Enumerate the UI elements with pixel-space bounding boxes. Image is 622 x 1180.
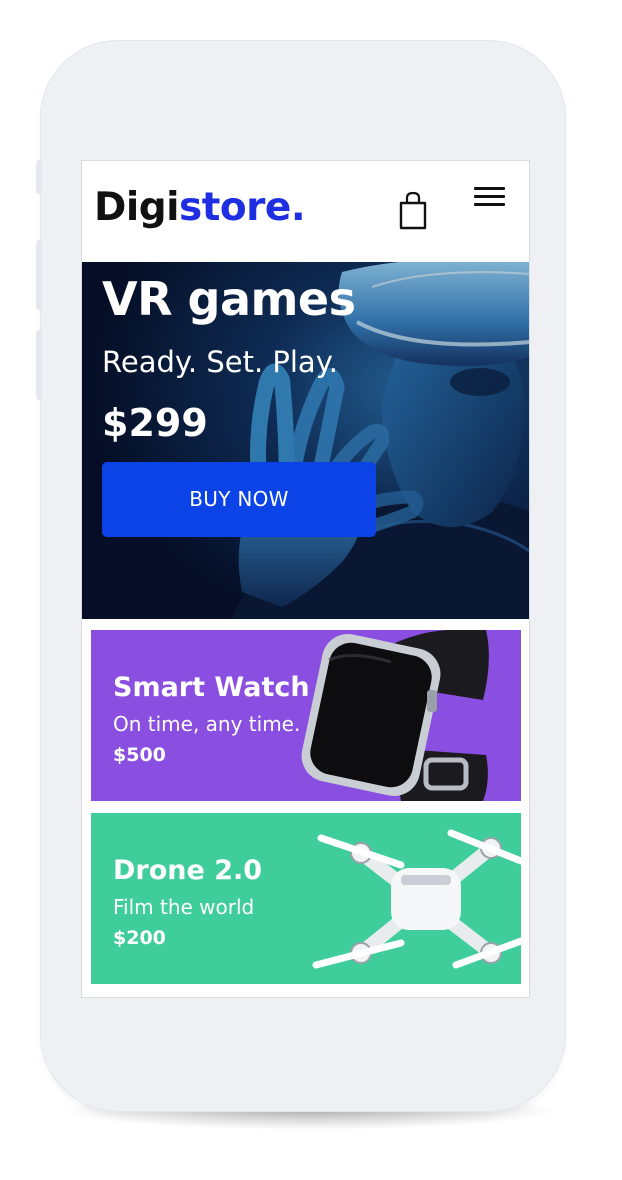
buy-now-button[interactable]: BUY NOW — [102, 462, 376, 537]
menu-bar — [474, 203, 505, 206]
logo-text-store: store. — [179, 185, 306, 230]
product-subtitle: On time, any time. — [113, 712, 301, 736]
menu-bar — [474, 195, 505, 198]
hero-tagline: Ready. Set. Play. — [102, 345, 338, 379]
logo-text-digi: Digi — [94, 185, 180, 230]
menu-bar — [474, 187, 505, 190]
hero-title: VR games — [102, 272, 356, 326]
product-subtitle: Film the world — [113, 895, 255, 919]
product-card-smart-watch[interactable]: Smart Watch On time, any time. $500 — [91, 630, 521, 801]
hamburger-menu-icon[interactable] — [474, 187, 508, 211]
hero-banner-vr: VR games Ready. Set. Play. $299 BUY NOW — [82, 262, 529, 619]
product-title: Drone 2.0 — [113, 855, 263, 886]
phone-screen: Digistore. VR games Ready. Set. Play. $2… — [81, 160, 530, 998]
store-logo[interactable]: Digistore. — [94, 183, 306, 233]
product-price: $500 — [113, 744, 166, 766]
phone-volume-up-button — [36, 240, 42, 310]
phone-mute-switch — [36, 160, 42, 194]
product-price: $200 — [113, 927, 166, 949]
app-header: Digistore. — [82, 161, 529, 262]
hero-price: $299 — [102, 401, 208, 445]
shopping-bag-icon[interactable] — [398, 191, 428, 231]
product-card-drone[interactable]: Drone 2.0 Film the world $200 — [91, 813, 521, 984]
phone-volume-down-button — [36, 330, 42, 400]
product-title: Smart Watch — [113, 672, 310, 703]
